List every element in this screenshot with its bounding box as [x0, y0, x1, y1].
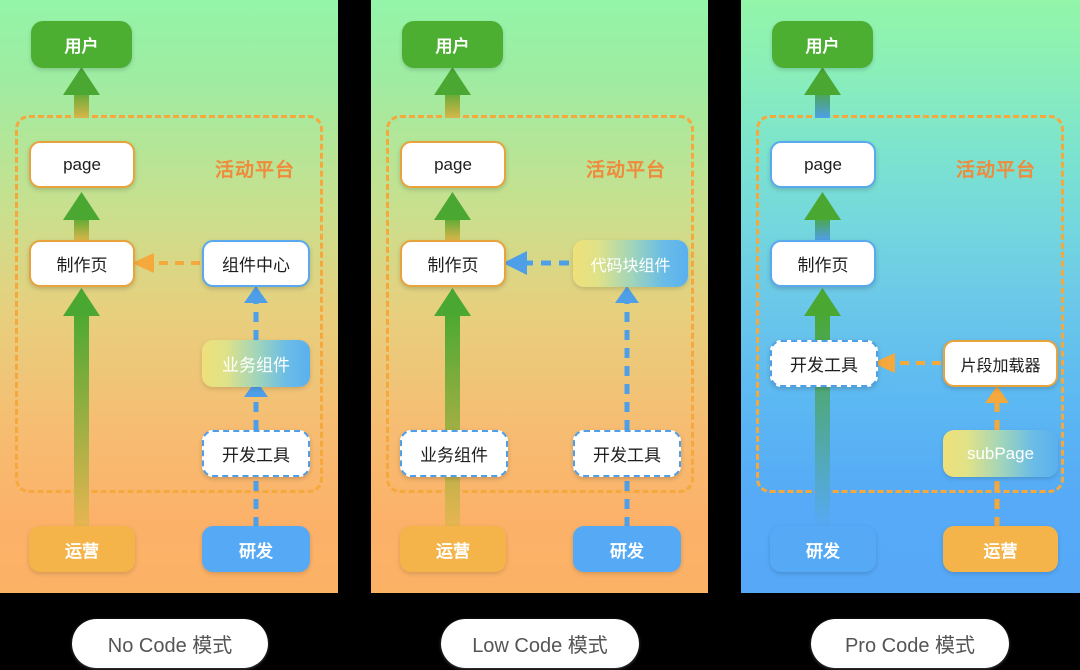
node-role-ops-low-code[interactable]: 运营 [400, 526, 506, 572]
caption-pro-code[interactable]: Pro Code 模式 [811, 619, 1009, 668]
caption-low-code[interactable]: Low Code 模式 [441, 619, 639, 668]
arrow-group-pro-code [804, 67, 1009, 528]
node-dev-tool-low-code[interactable]: 开发工具 [573, 430, 681, 477]
node-code-block-component-low-code[interactable]: 代码块组件 [573, 240, 688, 287]
diagram-canvas: 活动平台 用户 page 制作页 组件中心 业务组件 开发工具 运营 研发 活动… [0, 0, 1080, 670]
node-dev-tool-no-code[interactable]: 开发工具 [202, 430, 310, 477]
node-page-pro-code[interactable]: page [770, 141, 876, 188]
arrow-group-low-code [434, 67, 639, 528]
node-dev-tool-pro-code[interactable]: 开发工具 [770, 340, 878, 387]
node-user-pro-code[interactable]: 用户 [772, 21, 873, 68]
node-component-center-no-code[interactable]: 组件中心 [202, 240, 310, 287]
node-user-low-code[interactable]: 用户 [402, 21, 503, 68]
panel-low-code: 活动平台 用户 page 制作页 代码块组件 业务组件 开发工具 运营 研发 [371, 0, 708, 593]
node-role-ops-no-code[interactable]: 运营 [29, 526, 135, 572]
node-build-page-pro-code[interactable]: 制作页 [770, 240, 876, 287]
node-role-dev-pro-code[interactable]: 研发 [770, 526, 876, 572]
node-build-page-low-code[interactable]: 制作页 [400, 240, 506, 287]
panel-pro-code: 活动平台 用户 page 制作页 开发工具 片段加载器 subPage 研发 运… [741, 0, 1080, 593]
node-page-no-code[interactable]: page [29, 141, 135, 188]
arrow-group-no-code [63, 67, 268, 528]
node-role-dev-low-code[interactable]: 研发 [573, 526, 681, 572]
node-build-page-no-code[interactable]: 制作页 [29, 240, 135, 287]
node-business-component-low-code[interactable]: 业务组件 [400, 430, 508, 477]
node-fragment-loader-pro-code[interactable]: 片段加载器 [943, 340, 1058, 387]
caption-no-code[interactable]: No Code 模式 [72, 619, 268, 668]
panel-no-code: 活动平台 用户 page 制作页 组件中心 业务组件 开发工具 运营 研发 [0, 0, 338, 593]
node-sub-page-pro-code[interactable]: subPage [943, 430, 1058, 477]
node-role-ops-pro-code[interactable]: 运营 [943, 526, 1058, 572]
node-user-no-code[interactable]: 用户 [31, 21, 132, 68]
node-business-component-no-code[interactable]: 业务组件 [202, 340, 310, 387]
node-page-low-code[interactable]: page [400, 141, 506, 188]
node-role-dev-no-code[interactable]: 研发 [202, 526, 310, 572]
